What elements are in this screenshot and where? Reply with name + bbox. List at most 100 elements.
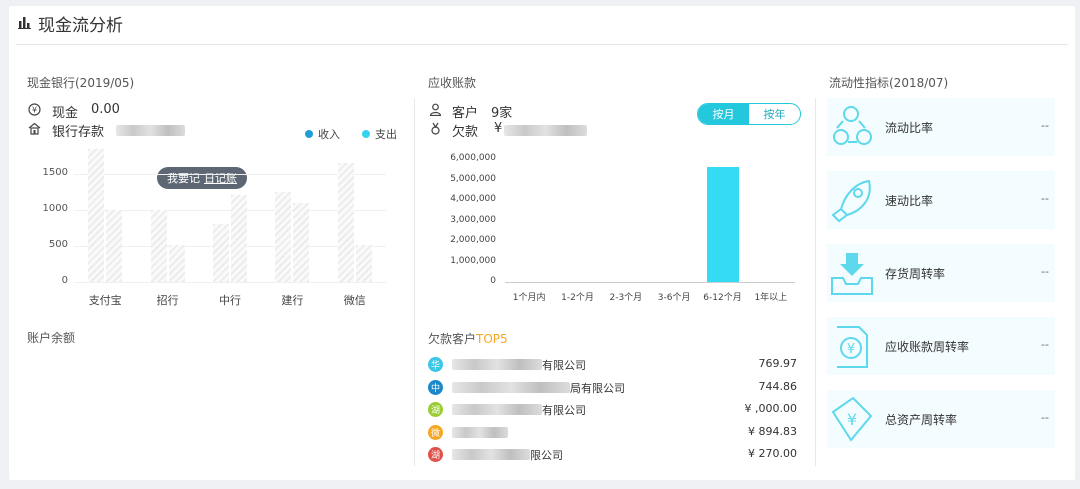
metric-label: 总资产周转率	[885, 413, 958, 427]
customer-amount: ¥ 270.00	[748, 447, 797, 460]
deposit-value-redacted	[116, 125, 185, 136]
page-title: 现金流分析	[38, 15, 123, 36]
x-tick-label: 1年以上	[754, 293, 788, 303]
x-tick-label: 1-2个月	[561, 293, 594, 303]
x-tick-label: 建行	[281, 294, 304, 307]
y-tick-label: 3,000,000	[450, 214, 496, 225]
x-tick-label: 1个月内	[512, 293, 546, 303]
customer-amount: 744.86	[758, 379, 798, 393]
owed-label: 欠款	[452, 125, 479, 140]
bar-chart-icon	[18, 14, 32, 33]
customer-label: 客户	[452, 106, 479, 121]
journal-link[interactable]: 日记账	[204, 170, 237, 186]
customer-name-redacted	[452, 404, 542, 415]
debt-medal-icon	[428, 122, 442, 138]
y-tick-label: 1500	[42, 166, 68, 178]
receivable-section-title: 应收账款	[428, 76, 477, 90]
metric-value: --	[1041, 265, 1049, 278]
customer-avatar: 湖	[428, 447, 443, 462]
svg-text:¥: ¥	[847, 410, 857, 429]
x-tick-label: 中行	[219, 294, 241, 307]
customer-amount: 769.97	[758, 357, 798, 370]
customer-name-suffix[interactable]: 有限公司	[542, 357, 586, 373]
liquidity-section-title: 流动性指标(2018/07)	[829, 76, 949, 90]
customer-amount: ¥ 894.83	[748, 424, 797, 438]
expense-bar[interactable]	[168, 244, 185, 282]
svg-text:¥: ¥	[31, 106, 36, 115]
tooltip-text: 我要记	[167, 172, 200, 185]
y-tick-label: 5,000,000	[450, 173, 496, 184]
customer-avatar: 湖	[428, 402, 443, 417]
customer-name-redacted	[452, 359, 542, 370]
x-tick-label: 2-3个月	[609, 293, 643, 303]
customer-avatar: 中	[428, 379, 443, 395]
customer-avatar: 华	[428, 357, 443, 372]
metric-total-asset-turnover[interactable]: ¥ 总资产周转率 --	[827, 390, 1055, 448]
expense-bar[interactable]	[106, 209, 123, 282]
income-bar[interactable]	[213, 224, 229, 282]
legend-expense[interactable]: 支出	[362, 126, 397, 142]
customer-name-suffix[interactable]: 限公司	[530, 447, 563, 463]
x-tick-label: 6-12个月	[703, 293, 742, 303]
legend-income-swatch	[305, 130, 313, 138]
x-tick-label: 3-6个月	[657, 293, 691, 303]
customer-name-suffix[interactable]: 局有限公司	[570, 380, 625, 396]
customer-name-redacted	[452, 449, 530, 460]
account-balance-title: 账户余额	[27, 331, 76, 345]
income-bar[interactable]	[337, 163, 354, 282]
metric-quick-ratio[interactable]: 速动比率 --	[827, 171, 1055, 229]
metric-receivable-turnover[interactable]: ¥ 应收账款周转率 --	[827, 317, 1055, 375]
metric-value: --	[1041, 411, 1049, 424]
top5-title: 欠款客户TOP5	[428, 330, 508, 347]
x-axis-line	[505, 282, 795, 283]
deposit-label: 银行存款	[52, 125, 105, 140]
metric-label: 存货周转率	[885, 267, 946, 281]
expense-bar[interactable]	[293, 202, 310, 282]
metric-current-ratio[interactable]: 流动比率 --	[827, 98, 1055, 156]
legend-income[interactable]: 收入	[305, 126, 340, 142]
y-tick-label: 2,000,000	[450, 235, 496, 245]
y-tick-label: 6,000,000	[450, 153, 496, 163]
journal-tooltip[interactable]: 我要记 日记账	[157, 167, 247, 189]
toggle-monthly[interactable]: 按月	[698, 104, 749, 124]
y-tick-label: 0	[61, 275, 68, 286]
yen-doc-icon: ¥	[829, 321, 875, 371]
y-tick-label: 0	[490, 276, 496, 286]
card-header: 现金流分析	[18, 10, 123, 36]
y-tick-label: 1000	[42, 202, 68, 214]
legend-expense-swatch	[362, 130, 370, 138]
expense-bar[interactable]	[355, 244, 372, 282]
income-bar[interactable]	[275, 191, 292, 282]
header-divider	[16, 44, 1068, 45]
owed-prefix: ¥	[494, 121, 503, 136]
cycle-icon	[829, 102, 875, 152]
x-tick-label: 微信	[343, 294, 366, 307]
toggle-yearly[interactable]: 按年	[749, 104, 800, 124]
metric-value: --	[1041, 119, 1049, 132]
metric-label: 应收账款周转率	[885, 340, 970, 354]
aging-bar[interactable]	[706, 167, 739, 282]
expense-bar[interactable]	[231, 195, 247, 282]
metric-inventory-turnover[interactable]: 存货周转率 --	[827, 244, 1055, 302]
income-bar[interactable]	[150, 209, 167, 282]
y-tick-label: 1,000,000	[450, 255, 496, 266]
x-tick-label: 支付宝	[88, 294, 122, 307]
x-tick-label: 招行	[156, 294, 179, 307]
yen-circle-icon: ¥	[27, 103, 41, 119]
customer-name-suffix[interactable]: 有限公司	[542, 402, 586, 418]
legend-expense-label: 支出	[375, 128, 397, 141]
user-icon	[428, 103, 442, 119]
bank-icon	[27, 122, 41, 138]
period-toggle[interactable]: 按月 按年	[697, 103, 801, 125]
income-bar[interactable]	[88, 148, 105, 282]
cash-value: 0.00	[91, 102, 120, 117]
legend-income-label: 收入	[318, 128, 340, 141]
column-divider-2	[815, 98, 816, 466]
metric-label: 速动比率	[885, 194, 934, 208]
y-tick-label: 4,000,000	[450, 194, 496, 204]
column-divider-1	[414, 98, 415, 466]
customer-name-redacted	[452, 381, 570, 393]
metric-value: --	[1041, 192, 1049, 205]
rocket-icon	[829, 175, 875, 225]
customer-count: 9家	[491, 106, 513, 121]
